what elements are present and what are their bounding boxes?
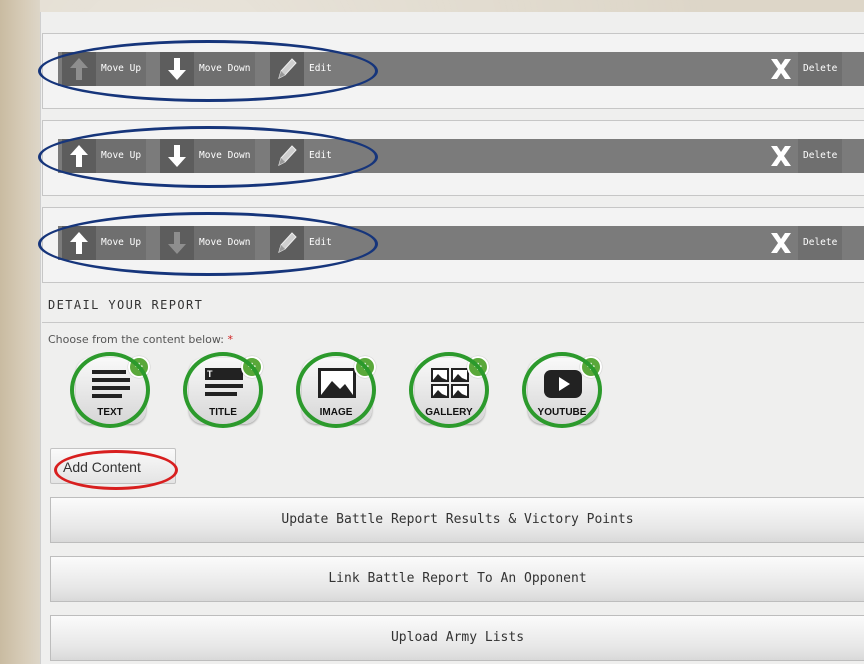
annotation-green-circle — [522, 352, 602, 428]
upload-army-lists-button[interactable]: Upload Army Lists — [50, 615, 864, 661]
content-type-image[interactable]: IMAGE + — [296, 352, 376, 428]
delete-x-icon[interactable] — [764, 139, 798, 173]
annotation-blue-ellipse — [38, 212, 378, 276]
content-type-youtube[interactable]: YOUTUBE + — [522, 352, 602, 428]
content-type-title[interactable]: T TITLE + — [183, 352, 263, 428]
link-opponent-button[interactable]: Link Battle Report To An Opponent — [50, 556, 864, 602]
annotation-blue-ellipse — [38, 40, 378, 102]
page-background-edge — [0, 0, 40, 664]
delete-button[interactable]: Delete — [798, 226, 843, 260]
annotation-red-ellipse — [54, 450, 178, 490]
annotation-blue-ellipse — [38, 126, 378, 188]
annotation-green-circle — [296, 352, 376, 428]
section-divider — [42, 322, 864, 323]
delete-button[interactable]: Delete — [798, 139, 843, 173]
delete-x-icon[interactable] — [764, 226, 798, 260]
content-type-gallery[interactable]: GALLERY + — [409, 352, 489, 428]
content-type-text[interactable]: TEXT + — [70, 352, 150, 428]
choose-label-text: Choose from the content below: — [48, 333, 224, 346]
choose-content-label: Choose from the content below: * — [48, 333, 233, 346]
required-mark: * — [227, 333, 234, 346]
annotation-green-circle — [409, 352, 489, 428]
annotation-green-circle — [70, 352, 150, 428]
section-title: DETAIL YOUR REPORT — [48, 298, 204, 312]
annotation-green-circle — [183, 352, 263, 428]
delete-button[interactable]: Delete — [798, 52, 843, 86]
update-results-button[interactable]: Update Battle Report Results & Victory P… — [50, 497, 864, 543]
delete-x-icon[interactable] — [764, 52, 798, 86]
